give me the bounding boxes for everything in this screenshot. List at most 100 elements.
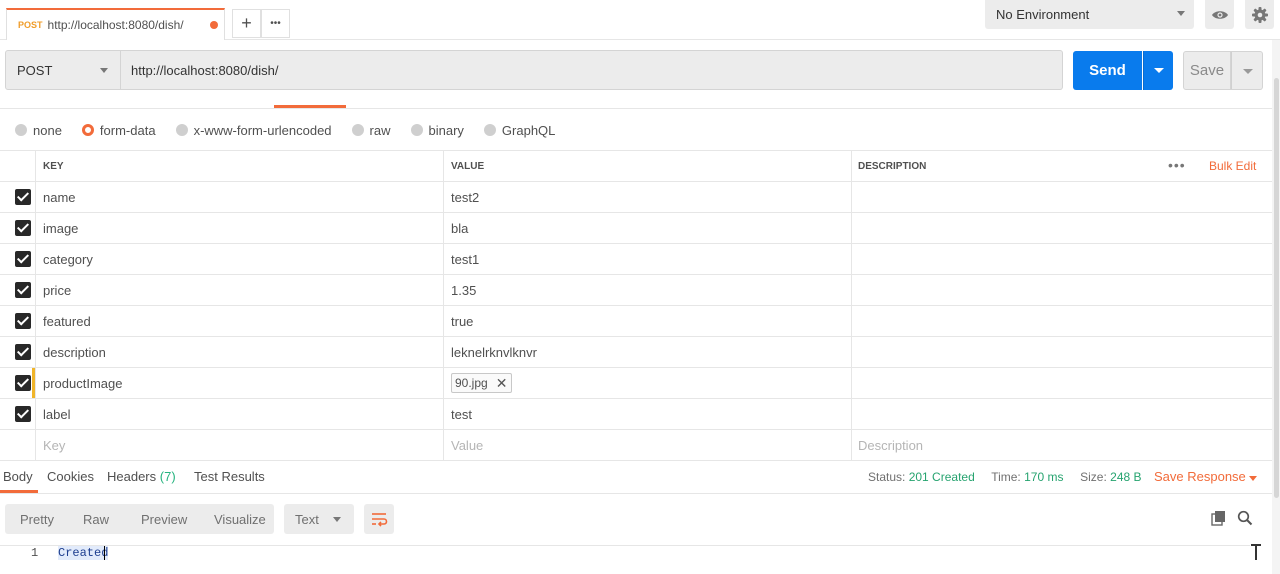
param-key-cell[interactable]: category: [36, 244, 444, 274]
view-mode-preview[interactable]: Preview: [126, 512, 199, 527]
param-description-cell[interactable]: [852, 306, 1272, 336]
row-enabled-checkbox[interactable]: [15, 189, 31, 205]
row-enabled-checkbox[interactable]: [15, 344, 31, 360]
param-value-cell[interactable]: test: [444, 399, 852, 429]
chevron-down-icon: [100, 68, 108, 73]
environment-select-value: No Environment: [996, 7, 1090, 22]
response-format-select[interactable]: Text: [284, 504, 354, 534]
description-column-label: DESCRIPTION: [858, 160, 927, 172]
param-value-cell[interactable]: 1.35: [444, 275, 852, 305]
bulk-edit-link[interactable]: Bulk Edit: [1209, 159, 1256, 173]
request-tab[interactable]: POST http://localhost:8080/dish/: [6, 8, 225, 40]
headers-tab-label: Headers: [107, 469, 157, 484]
param-value-cell[interactable]: true: [444, 306, 852, 336]
body-type-binary[interactable]: binary: [410, 123, 464, 138]
response-body-editor[interactable]: 1 Created: [0, 545, 1250, 574]
wrap-lines-button[interactable]: [364, 504, 394, 534]
send-button[interactable]: Send: [1073, 51, 1142, 90]
close-icon[interactable]: ✕: [496, 375, 508, 392]
request-subtabs: [0, 102, 1272, 109]
environment-select[interactable]: No Environment: [985, 0, 1194, 29]
body-type-form-data[interactable]: form-data: [81, 123, 156, 138]
body-type-graphql[interactable]: GraphQL: [483, 122, 556, 138]
save-options-dropdown-button[interactable]: [1231, 51, 1263, 90]
param-value-cell[interactable]: bla: [444, 213, 852, 243]
param-key-cell[interactable]: label: [36, 399, 444, 429]
param-value-cell[interactable]: 90.jpg ✕: [444, 368, 852, 398]
tab-response-headers[interactable]: Headers (7): [107, 469, 176, 484]
param-key-cell[interactable]: featured: [36, 306, 444, 336]
scrollbar-thumb[interactable]: [1274, 78, 1279, 498]
param-key-cell[interactable]: productImage: [36, 368, 444, 398]
key-column-header: KEY: [36, 151, 444, 181]
response-body-line: Created: [58, 546, 109, 560]
body-type-none[interactable]: none: [15, 123, 62, 138]
table-row: category test1: [0, 244, 1272, 275]
new-key-input[interactable]: Key: [36, 430, 444, 460]
row-enabled-checkbox[interactable]: [15, 406, 31, 422]
param-value-cell[interactable]: leknelrknvlknvr: [444, 337, 852, 367]
param-key-cell[interactable]: image: [36, 213, 444, 243]
line-number: 1: [31, 546, 39, 560]
param-description-cell[interactable]: [852, 275, 1272, 305]
param-description-cell[interactable]: [852, 368, 1272, 398]
status-value[interactable]: 201 Created: [909, 470, 975, 484]
param-value-cell[interactable]: test2: [444, 182, 852, 212]
param-description-cell[interactable]: [852, 213, 1272, 243]
param-value-cell[interactable]: test1: [444, 244, 852, 274]
new-description-input[interactable]: Description: [852, 430, 1272, 460]
request-url-input[interactable]: [121, 50, 1063, 90]
table-options-icon[interactable]: •••: [1168, 157, 1186, 173]
size-label: Size:: [1080, 470, 1107, 484]
table-row: image bla: [0, 213, 1272, 244]
radio-icon: [351, 124, 364, 136]
body-type-urlencoded[interactable]: x-www-form-urlencoded: [175, 123, 332, 138]
copy-icon[interactable]: [1211, 510, 1227, 526]
time-value[interactable]: 170 ms: [1024, 470, 1063, 484]
send-options-dropdown-button[interactable]: [1143, 51, 1173, 90]
view-mode-raw[interactable]: Raw: [68, 512, 126, 527]
param-key-cell[interactable]: description: [36, 337, 444, 367]
radio-icon: [483, 124, 496, 136]
row-enabled-checkbox[interactable]: [15, 251, 31, 267]
view-mode-pretty[interactable]: Pretty: [5, 512, 68, 527]
search-icon[interactable]: [1237, 510, 1253, 526]
row-enabled-checkbox[interactable]: [15, 313, 31, 329]
tab-test-results[interactable]: Test Results: [194, 469, 265, 484]
row-enabled-checkbox[interactable]: [15, 282, 31, 298]
body-type-label: none: [33, 122, 62, 138]
tab-options-button[interactable]: •••: [261, 9, 290, 38]
save-response-button[interactable]: Save Response: [1154, 469, 1246, 484]
unsaved-changes-dot-icon[interactable]: [210, 21, 218, 29]
radio-icon: [410, 124, 423, 136]
param-description-cell[interactable]: [852, 182, 1272, 212]
row-enabled-checkbox[interactable]: [15, 375, 31, 391]
row-focus-marker: [32, 368, 35, 398]
chevron-down-icon: [333, 517, 341, 522]
tab-response-body[interactable]: Body: [3, 469, 33, 484]
form-data-table: KEY VALUE DESCRIPTION ••• Bulk Edit name…: [0, 150, 1272, 461]
param-description-cell[interactable]: [852, 337, 1272, 367]
body-type-label: GraphQL: [501, 122, 556, 138]
param-key-cell[interactable]: price: [36, 275, 444, 305]
environment-settings-button[interactable]: [1245, 0, 1274, 29]
tab-response-cookies[interactable]: Cookies: [47, 469, 94, 484]
param-description-cell[interactable]: [852, 399, 1272, 429]
save-button[interactable]: Save: [1183, 51, 1231, 90]
param-key-cell[interactable]: name: [36, 182, 444, 212]
chevron-down-icon[interactable]: [1249, 476, 1257, 481]
new-param-row: Key Value Description: [0, 430, 1272, 461]
size-value[interactable]: 248 B: [1110, 470, 1141, 484]
response-format-value: Text: [295, 511, 319, 527]
row-enabled-checkbox[interactable]: [15, 220, 31, 236]
file-chip: 90.jpg ✕: [451, 373, 513, 393]
view-mode-visualize[interactable]: Visualize: [199, 512, 274, 527]
environment-quick-look-button[interactable]: [1205, 0, 1234, 29]
param-description-cell[interactable]: [852, 244, 1272, 274]
http-method-select[interactable]: POST: [5, 50, 121, 90]
new-tab-button[interactable]: +: [232, 9, 261, 38]
body-type-radio-group: none form-data x-www-form-urlencoded raw…: [15, 120, 575, 140]
body-type-raw[interactable]: raw: [351, 123, 391, 138]
new-value-input[interactable]: Value: [444, 430, 852, 460]
time-label: Time:: [991, 470, 1021, 484]
